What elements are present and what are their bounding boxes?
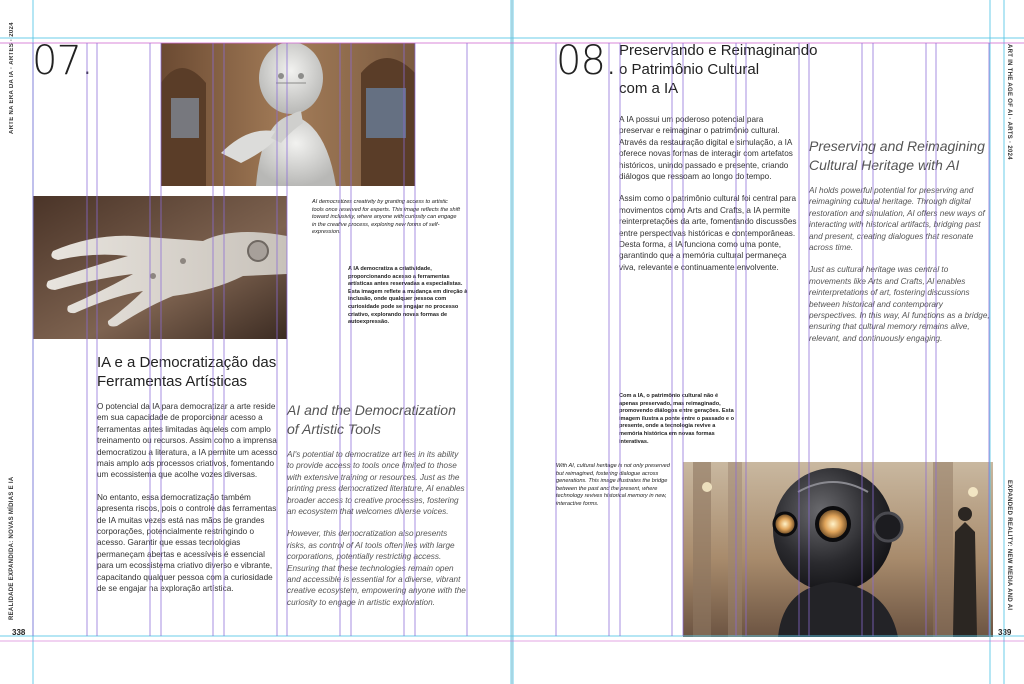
right-running-header: ART IN THE AGE OF AI · ARTS · 2024 [1006,44,1012,160]
chapter-number-08: 08. [556,38,618,84]
left-running-footer: REALIDADE EXPANDIDA: NOVAS MÍDIAS E IA [9,476,15,620]
body-pt-right: A IA possui um poderoso potencial para p… [619,115,797,272]
robot-statue-photo [161,43,415,186]
chapter-number-07: 07. [32,38,94,84]
page-number-left: 338 [12,628,26,637]
body-en-right: AI holds powerful potential for preservi… [809,186,990,343]
caption-pt-left: A IA democratiza a criatividade, proporc… [348,266,468,326]
caption-en-right: With AI, cultural heritage is not only p… [556,463,670,507]
spread-spine [511,0,513,684]
heading-pt-left: IA e a Democratização das Ferramentas Ar… [97,354,277,390]
robot-museum-photo [683,462,993,637]
page-number-right: 339 [998,628,1012,637]
right-running-footer: EXPANDED REALITY: NEW MEDIA AND AI [1006,480,1012,611]
body-pt-left: O potencial da IA para democratizar a ar… [97,402,278,594]
robotic-hand-photo [33,196,287,339]
left-running-header: ARTE NA ERA DA IA · ARTES · 2024 [9,22,15,134]
heading-pt-right: Preservando e Reimaginando o Patrimônio … [619,42,818,97]
body-en-left: AI's potential to democratize art lies i… [287,450,466,607]
heading-en-left: AI and the Democratization of Artistic T… [287,402,456,437]
caption-pt-right: Com a IA, o patrimônio cultural não é ap… [619,393,735,445]
caption-en-left: AI democratizes creativity by granting a… [312,199,460,236]
heading-en-right: Preserving and Reimagining Cultural Heri… [809,138,985,173]
